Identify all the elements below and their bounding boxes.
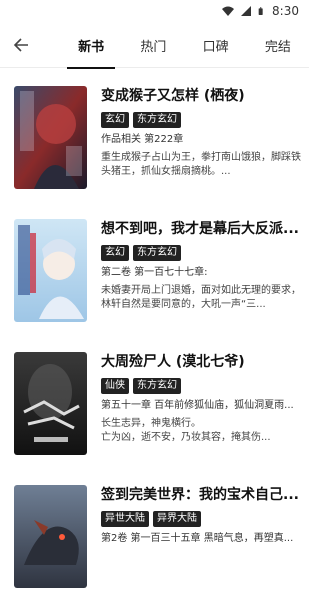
latest-chapter: 第2卷 第一百三十五章 黑暗气息，再塑真... — [101, 533, 294, 544]
genre-tag: 仙侠 — [101, 378, 129, 394]
genre-tag: 异世大陆 — [101, 511, 149, 527]
battery-icon — [258, 7, 263, 15]
cover-image — [14, 352, 87, 455]
book-cover[interactable] — [14, 86, 87, 189]
genre-tag: 东方玄幻 — [133, 112, 181, 128]
book-item[interactable]: 签到完美世界：我的宝术自己... 异世大陆 异界大陆 第2卷 第一百三十五章 黑… — [0, 467, 309, 600]
book-title: 大周殓尸人 (漠北七爷) — [101, 354, 245, 370]
arrow-left-icon — [13, 38, 28, 52]
tab-hot[interactable]: 热门 — [122, 22, 184, 68]
category-tabs: 新书 热门 口碑 完结 — [60, 22, 309, 68]
cover-image — [14, 485, 87, 588]
top-bar: 新书 热门 口碑 完结 — [0, 22, 309, 68]
tab-reputation[interactable]: 口碑 — [185, 22, 247, 68]
status-bar: 8:30 — [0, 0, 309, 22]
tab-completed[interactable]: 完结 — [247, 22, 309, 68]
tab-new[interactable]: 新书 — [60, 22, 122, 68]
cover-image — [14, 219, 87, 322]
clock: 8:30 — [272, 4, 299, 18]
book-title: 变成猴子又怎样 (栖夜) — [101, 88, 245, 104]
book-item[interactable]: 大周殓尸人 (漠北七爷) 仙侠 东方玄幻 第五十一章 百年前修狐仙庙，狐仙洞夏雨… — [0, 334, 309, 467]
book-title: 签到完美世界：我的宝术自己... — [101, 487, 299, 503]
wifi-icon — [222, 6, 235, 16]
back-button[interactable] — [8, 32, 34, 58]
genre-tag: 东方玄幻 — [133, 378, 181, 394]
book-title: 想不到吧，我才是幕后大反派... — [101, 221, 299, 237]
book-description: 重生成猴子占山为王，拳打南山饿狼，脚踩铁头猪王，抓仙女揺扇摘桃。... — [101, 152, 301, 177]
cover-image — [14, 86, 87, 189]
book-cover[interactable] — [14, 352, 87, 455]
genre-tag: 玄幻 — [101, 245, 129, 261]
genre-tag: 东方玄幻 — [133, 245, 181, 261]
book-cover[interactable] — [14, 485, 87, 588]
book-item[interactable]: 变成猴子又怎样 (栖夜) 玄幻 东方玄幻 作品相关 第222章 重生成猴子占山为… — [0, 68, 309, 201]
signal-icon — [241, 6, 252, 16]
genre-tag: 玄幻 — [101, 112, 129, 128]
latest-chapter: 第二卷 第一百七十七章: — [101, 267, 208, 278]
latest-chapter: 第五十一章 百年前修狐仙庙，狐仙洞夏雨... — [101, 400, 294, 411]
book-description: 未婚妻开局上门退婚，面对如此无理的要求，林轩自然是要同意的，大吼一声“三... — [101, 285, 301, 310]
book-list: 变成猴子又怎样 (栖夜) 玄幻 东方玄幻 作品相关 第222章 重生成猴子占山为… — [0, 68, 309, 600]
genre-tag: 异界大陆 — [153, 511, 201, 527]
latest-chapter: 作品相关 第222章 — [101, 134, 184, 145]
book-description: 长生志异，神鬼横行。 亡为凶，逝不安，乃妆其容，掩其伤... — [101, 418, 271, 443]
book-item[interactable]: 想不到吧，我才是幕后大反派... 玄幻 东方玄幻 第二卷 第一百七十七章: 未婚… — [0, 201, 309, 334]
book-cover[interactable] — [14, 219, 87, 322]
